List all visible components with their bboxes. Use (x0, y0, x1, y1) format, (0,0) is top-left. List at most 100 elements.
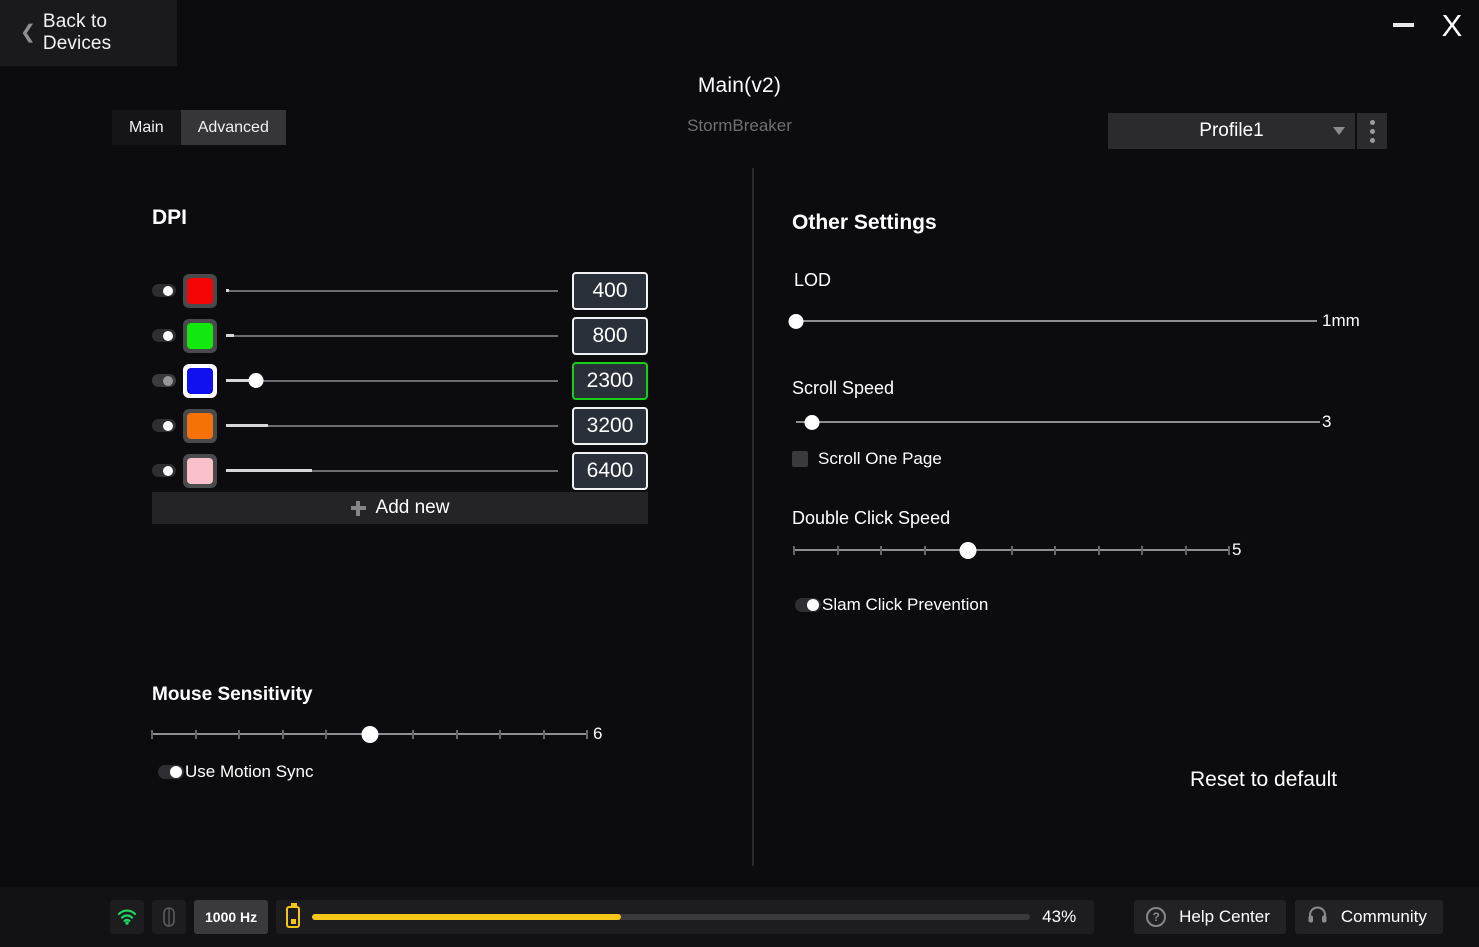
slam-click-prevention-toggle[interactable]: Slam Click Prevention (795, 595, 988, 615)
dpi-value-input[interactable]: 2300 (572, 361, 648, 400)
question-circle-icon: ? (1146, 907, 1167, 927)
dpi-enable-toggle[interactable] (152, 419, 176, 432)
dpi-heading: DPI (152, 206, 188, 229)
slider-tick (455, 729, 458, 739)
dpi-row: 3200 (152, 403, 648, 448)
slam-click-prevention-label: Slam Click Prevention (822, 595, 989, 614)
double-click-speed-label: Double Click Speed (792, 508, 951, 528)
slider-tick (1010, 545, 1013, 555)
slider-tick (586, 729, 588, 739)
profile-dropdown[interactable]: Profile1 (1108, 113, 1355, 149)
slider-tick (151, 729, 153, 739)
profile-selector-group: Profile1 (1108, 113, 1387, 149)
slider-thumb[interactable] (361, 725, 378, 743)
mouse-icon[interactable] (152, 900, 186, 934)
dpi-row: 400 (152, 268, 648, 313)
add-new-label: Add new (375, 497, 450, 518)
dpi-value-input[interactable]: 3200 (572, 406, 648, 445)
mouse-sensitivity-slider[interactable] (151, 723, 588, 745)
slider-tick (412, 729, 414, 739)
dpi-value-input[interactable]: 800 (572, 316, 648, 355)
dpi-slider[interactable] (226, 461, 558, 481)
wifi-icon[interactable] (110, 900, 144, 934)
help-center-label: Help Center (1179, 907, 1270, 926)
close-icon[interactable]: X (1435, 8, 1469, 42)
slider-tick (793, 545, 795, 555)
slider-tick (1054, 545, 1056, 555)
dpi-row: 800 (152, 313, 648, 358)
double-click-speed-slider[interactable] (793, 539, 1230, 561)
lod-value: 1mm (1322, 311, 1360, 330)
battery-indicator: 43% (276, 900, 1095, 934)
mouse-sensitivity-label: Mouse Sensitivity (152, 684, 313, 705)
scroll-one-page-checkbox[interactable]: Scroll One Page (792, 449, 942, 469)
battery-percent-label: 43% (1042, 907, 1077, 926)
back-to-devices-label: Back to Devices (42, 11, 112, 54)
scroll-speed-slider[interactable] (796, 411, 1320, 433)
scroll-speed-label: Scroll Speed (792, 378, 895, 398)
dpi-color-swatch[interactable] (183, 273, 217, 308)
scroll-one-page-label: Scroll One Page (818, 449, 942, 468)
slider-tick (499, 729, 501, 739)
headset-icon (1307, 905, 1328, 929)
slider-tick (1228, 545, 1230, 555)
chevron-left-icon: ❮ (20, 21, 36, 43)
slider-tick (542, 729, 545, 739)
community-button[interactable]: Community (1294, 900, 1443, 934)
status-bar: 1000 Hz 43% ? Help Center Community (0, 887, 1479, 947)
dpi-enable-toggle[interactable] (152, 464, 176, 477)
dpi-slider[interactable] (226, 371, 558, 391)
slider-tick (1097, 545, 1100, 555)
polling-rate-badge[interactable]: 1000 Hz (194, 900, 269, 934)
mouse-sensitivity-value: 6 (593, 724, 603, 743)
scroll-speed-value: 3 (1322, 412, 1332, 431)
dpi-color-swatch[interactable] (183, 453, 217, 488)
slider-thumb[interactable] (788, 313, 804, 329)
slider-thumb[interactable] (959, 541, 977, 559)
use-motion-sync-label: Use Motion Sync (185, 762, 314, 781)
slider-tick (238, 729, 240, 739)
profile-selected-label: Profile1 (1199, 120, 1264, 141)
dpi-color-swatch[interactable] (183, 363, 217, 398)
dpi-list: 400 800 2300 3200 6400 (152, 268, 648, 493)
toggle-switch-icon (795, 598, 821, 612)
lod-slider[interactable] (788, 310, 1317, 332)
slider-tick (281, 729, 284, 739)
dpi-value-input[interactable]: 6400 (572, 451, 648, 490)
dpi-enable-toggle[interactable] (152, 329, 176, 342)
other-settings-heading: Other Settings (792, 211, 937, 234)
dpi-slider[interactable] (226, 281, 558, 301)
checkbox-icon (792, 451, 808, 467)
battery-icon (286, 903, 301, 928)
slider-thumb[interactable] (804, 414, 820, 430)
toggle-switch-icon (158, 765, 184, 779)
slider-tick (194, 729, 197, 739)
lod-label: LOD (794, 270, 832, 290)
slider-tick (1141, 545, 1143, 555)
add-new-dpi-button[interactable]: Add new (152, 492, 648, 524)
chevron-down-icon (1333, 127, 1345, 135)
slider-tick (325, 729, 327, 739)
use-motion-sync-toggle[interactable]: Use Motion Sync (158, 762, 314, 782)
dpi-enable-toggle[interactable] (152, 284, 176, 297)
profile-kebab-menu-icon[interactable] (1357, 113, 1387, 149)
dpi-color-swatch[interactable] (183, 408, 217, 443)
dpi-value-input[interactable]: 400 (572, 271, 648, 310)
dpi-row: 6400 (152, 448, 648, 493)
slider-tick (880, 545, 882, 555)
reset-to-default-button[interactable]: Reset to default (1190, 768, 1337, 792)
dpi-enable-toggle[interactable] (152, 374, 176, 387)
window-controls: X (1389, 8, 1469, 42)
page-title: Main(v2) (697, 74, 782, 97)
app-window: ❮ Back to Devices X Main Advanced Main(v… (0, 0, 1479, 947)
minimize-icon[interactable] (1389, 11, 1417, 39)
slider-tick (836, 545, 839, 555)
dpi-slider[interactable] (226, 416, 558, 436)
dpi-color-swatch[interactable] (183, 318, 217, 353)
dpi-slider[interactable] (226, 326, 558, 346)
help-center-button[interactable]: ? Help Center (1134, 900, 1286, 934)
back-to-devices-button[interactable]: ❮ Back to Devices (0, 0, 177, 66)
slider-tick (1184, 545, 1187, 555)
double-click-speed-value: 5 (1232, 540, 1242, 559)
community-label: Community (1340, 907, 1427, 926)
